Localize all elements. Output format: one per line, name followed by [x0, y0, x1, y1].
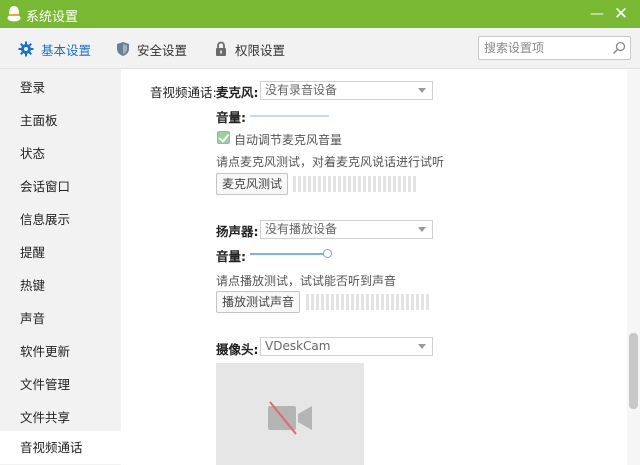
- speaker-volume-knob[interactable]: [323, 249, 332, 258]
- tab-security-label: 安全设置: [137, 42, 188, 58]
- auto-adjust-mic-label: 自动调节麦克风音量: [234, 133, 343, 147]
- mic-level-meter: [293, 176, 416, 192]
- camera-preview: [216, 363, 364, 465]
- tab-basic-label: 基本设置: [41, 42, 92, 58]
- settings-content: 音视频通话: 麦克风: 没有录音设备 音量: 自动调节麦克风音量 请点麦克风测试…: [121, 69, 627, 465]
- sidebar-item-main-panel[interactable]: 主面板: [0, 104, 121, 137]
- mic-device-select[interactable]: 没有录音设备: [260, 81, 433, 100]
- sidebar-item-login[interactable]: 登录: [0, 71, 121, 104]
- sidebar-item-sound[interactable]: 声音: [0, 302, 121, 335]
- mic-device-value: 没有录音设备: [265, 83, 338, 97]
- settings-sidebar: 登录 主面板 状态 会话窗口 信息展示 提醒 热键 声音 软件更新 文件管理 文…: [0, 69, 121, 465]
- mic-volume-slider[interactable]: [250, 115, 329, 117]
- sidebar-item-file-sharing[interactable]: 文件共享: [0, 401, 121, 434]
- speaker-device-select[interactable]: 没有播放设备: [260, 220, 433, 239]
- tab-security-settings[interactable]: 安全设置: [116, 39, 187, 59]
- tab-permission-settings[interactable]: 权限设置: [214, 39, 285, 59]
- sidebar-item-software-update[interactable]: 软件更新: [0, 335, 121, 368]
- chevron-down-icon: [418, 88, 426, 93]
- mic-test-hint: 请点麦克风测试，对着麦克风说话进行试听: [216, 155, 445, 169]
- title-bar: 系统设置 — ✕: [0, 0, 640, 28]
- content-scrollbar[interactable]: [627, 69, 640, 465]
- settings-search-box[interactable]: [478, 36, 631, 60]
- camera-label: 摄像头:: [216, 342, 259, 357]
- sidebar-item-status[interactable]: 状态: [0, 137, 121, 170]
- lock-icon: [216, 41, 226, 56]
- camera-device-select[interactable]: VDeskCam: [260, 337, 433, 356]
- speaker-test-hint: 请点播放测试，试试能否听到声音: [216, 274, 397, 288]
- close-icon[interactable]: ✕: [610, 3, 632, 25]
- speaker-volume-fill: [250, 253, 327, 255]
- tab-basic-settings[interactable]: 基本设置: [18, 39, 91, 59]
- camera-device-value: VDeskCam: [265, 339, 331, 353]
- camera-off-icon: [268, 401, 312, 435]
- scrollbar-thumb[interactable]: [629, 333, 638, 409]
- chevron-down-icon: [418, 344, 426, 349]
- speaker-device-value: 没有播放设备: [265, 222, 338, 236]
- gear-icon: [18, 41, 34, 57]
- mic-test-button[interactable]: 麦克风测试: [216, 173, 288, 195]
- sidebar-item-chat-window[interactable]: 会话窗口: [0, 170, 121, 203]
- sidebar-item-av-call[interactable]: 音视频通话: [0, 431, 121, 464]
- auto-adjust-mic-checkbox[interactable]: [217, 131, 230, 144]
- av-section-label: 音视频通话:: [150, 85, 217, 100]
- chevron-down-icon: [418, 227, 426, 232]
- sidebar-item-file-management[interactable]: 文件管理: [0, 368, 121, 401]
- sidebar-item-info-display[interactable]: 信息展示: [0, 203, 121, 236]
- mic-label: 麦克风:: [216, 85, 259, 100]
- window-title: 系统设置: [26, 10, 79, 25]
- sidebar-item-reminders[interactable]: 提醒: [0, 236, 121, 269]
- search-icon[interactable]: [612, 41, 626, 55]
- speaker-test-button[interactable]: 播放测试声音: [216, 291, 300, 313]
- minimize-icon[interactable]: —: [586, 3, 608, 25]
- speaker-label: 扬声器:: [216, 224, 259, 239]
- search-input[interactable]: [484, 40, 604, 56]
- tab-permission-label: 权限设置: [235, 42, 286, 58]
- mic-volume-label: 音量:: [216, 110, 246, 125]
- speaker-volume-label: 音量:: [216, 249, 246, 264]
- qq-logo-icon: [7, 6, 21, 22]
- speaker-level-meter: [306, 294, 429, 310]
- shield-icon: [117, 42, 129, 56]
- sidebar-item-hotkeys[interactable]: 热键: [0, 269, 121, 302]
